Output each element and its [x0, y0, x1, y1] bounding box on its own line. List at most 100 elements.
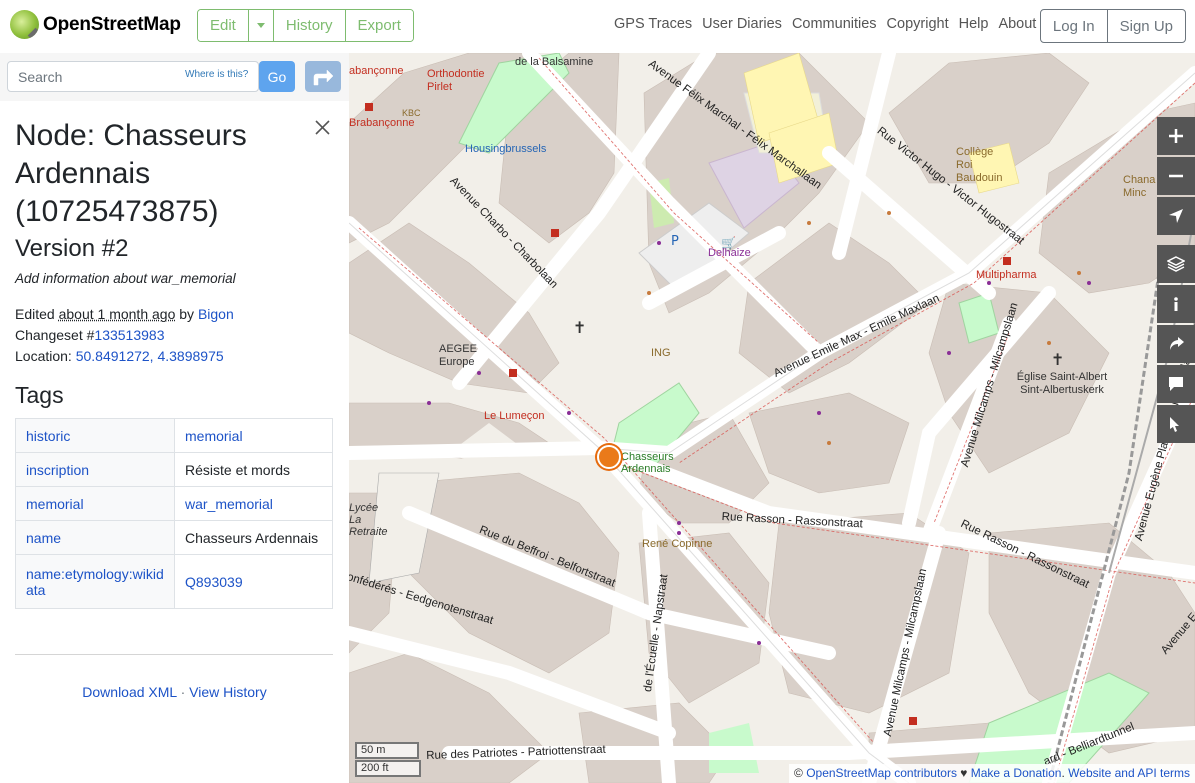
tags-table: historic memorial inscription Résiste et mo… [15, 418, 333, 609]
zoom-in-button[interactable] [1157, 117, 1195, 155]
login-button[interactable]: Log In [1041, 10, 1108, 42]
edited-prefix: Edited [15, 306, 59, 322]
minus-icon [1169, 174, 1183, 178]
tag-key[interactable]: historic [15, 418, 175, 453]
tag-value[interactable]: war_memorial [174, 486, 333, 521]
download-xml-link[interactable]: Download XML [82, 684, 176, 700]
scale-imperial: 200 ft [355, 760, 421, 777]
directions-icon [313, 68, 334, 85]
copyright-symbol: © [794, 766, 807, 780]
nav-about[interactable]: About [998, 16, 1036, 32]
logo-text: OpenStreetMap [43, 13, 181, 35]
add-note-icon [1169, 377, 1183, 391]
nav-communities[interactable]: Communities [792, 16, 877, 32]
donation-link[interactable]: Make a Donation [971, 766, 1062, 780]
header: OpenStreetMap Edit History Export GPS Tr… [0, 0, 1195, 53]
node-meta: Edited about 1 month ago by Bigon Change… [15, 304, 333, 367]
tags-heading: Tags [15, 382, 64, 408]
terms-link[interactable]: Website and API terms [1068, 766, 1190, 780]
tag-key[interactable]: name [15, 520, 175, 555]
plus-icon [1169, 129, 1183, 143]
view-history-link[interactable]: View History [189, 684, 267, 700]
nav-copyright[interactable]: Copyright [887, 16, 949, 32]
map-label-chana: Chana Minc [1123, 174, 1156, 199]
layers-button[interactable] [1157, 245, 1195, 283]
search-placeholder: Search [18, 68, 63, 85]
tag-value: Chasseurs Ardennais [174, 520, 333, 555]
contributors-link[interactable]: OpenStreetMap contributors [806, 766, 957, 780]
map-label-chasseurs: Chasseurs Ardennais [621, 451, 674, 475]
where-is-this-link[interactable]: Where is this? [185, 69, 248, 80]
map-label-aegee: AEGEE Europe [439, 343, 477, 368]
location-line: Location: 50.8491272, 4.3898975 [15, 346, 333, 367]
tag-value-link[interactable]: war_memorial [185, 496, 273, 512]
locate-button[interactable] [1157, 197, 1195, 235]
node-marker[interactable] [597, 445, 621, 469]
signup-button[interactable]: Sign Up [1108, 10, 1185, 42]
tag-row: name Chasseurs Ardennais [15, 520, 333, 555]
tag-key[interactable]: name:etymology:wikidata [15, 554, 175, 609]
heart-symbol: ♥ [956, 766, 971, 780]
map-label-balsamine: de la Balsamine [515, 56, 594, 68]
map-label-multipharma: Multipharma [976, 269, 1037, 281]
history-button[interactable]: History [273, 10, 346, 41]
svg-text:✝: ✝ [1051, 350, 1064, 369]
changeset-link[interactable]: 133513983 [94, 327, 164, 343]
location-arrow-icon [1169, 209, 1183, 223]
svg-text:P: P [671, 234, 679, 249]
edit-dropdown-toggle[interactable] [248, 10, 274, 41]
tag-value[interactable]: Q893039 [174, 554, 333, 609]
search-bar: Search Where is this? Go [0, 53, 349, 101]
divider [15, 654, 333, 655]
edited-by-text: by [175, 306, 198, 322]
zoom-out-button[interactable] [1157, 157, 1195, 195]
tag-value-link[interactable]: memorial [185, 428, 243, 444]
sidebar: Search Where is this? Go Node: Chasseurs… [0, 53, 349, 783]
query-icon [1170, 417, 1179, 432]
map-label-housing: Housingbrussels [465, 143, 547, 155]
osm-logo[interactable]: OpenStreetMap [10, 10, 181, 39]
map-label-lycee: Lycée La Retraite [349, 502, 388, 538]
map-key-button[interactable] [1157, 285, 1195, 323]
tag-key[interactable]: memorial [15, 486, 175, 521]
location-link[interactable]: 50.8491272, 4.3898975 [76, 348, 224, 364]
tag-row: inscription Résiste et mords [15, 452, 333, 487]
go-button[interactable]: Go [259, 61, 295, 92]
map-label-brabanconne: Brabançonne [349, 117, 415, 129]
nav-gps-traces[interactable]: GPS Traces [614, 16, 692, 32]
tag-value-link[interactable]: Q893039 [185, 574, 243, 590]
svg-text:✝: ✝ [573, 318, 586, 337]
editor-link[interactable]: Bigon [198, 306, 234, 322]
nav-help[interactable]: Help [959, 16, 989, 32]
tag-value: Résiste et mords [174, 452, 333, 487]
node-title: Node: Chasseurs Ardennais (10725473875) [15, 119, 247, 228]
changeset-comment: Add information about war_memorial [15, 271, 236, 286]
map-label-brabanconne-top: abançonne [349, 65, 404, 77]
layers-icon [1167, 256, 1185, 272]
tag-key[interactable]: inscription [15, 452, 175, 487]
directions-button[interactable] [305, 61, 341, 92]
location-prefix: Location: [15, 348, 76, 364]
map-attribution: © OpenStreetMap contributors ♥ Make a Do… [789, 764, 1195, 783]
map-label-orthodontie: Orthodontie Pirlet [427, 68, 485, 93]
caret-down-icon [256, 23, 265, 28]
tag-row: historic memorial [15, 418, 333, 453]
map-label-delhaize: Delhaize [708, 247, 751, 259]
nav-user-diaries[interactable]: User Diaries [702, 16, 782, 32]
edit-button[interactable]: Edit [198, 10, 249, 41]
map-label-college: Collège Roi Baudouin [956, 146, 1003, 184]
query-features-button[interactable] [1157, 405, 1195, 443]
node-version: Version #2 [15, 235, 129, 262]
node-details: Node: Chasseurs Ardennais (10725473875) … [15, 117, 333, 609]
tag-value[interactable]: memorial [174, 418, 333, 453]
share-button[interactable] [1157, 325, 1195, 363]
tag-row: name:etymology:wikidata Q893039 [15, 554, 333, 609]
map-tiles: ✝ ✝ P 🛒 [349, 53, 1195, 783]
add-note-button[interactable] [1157, 365, 1195, 403]
edit-button-group: Edit History Export [197, 9, 414, 42]
map-label-eglise: Église Saint-Albert Sint-Albertuskerk [1016, 371, 1108, 396]
map-view[interactable]: ✝ ✝ P 🛒 Orthodontie Pirlet Housingbrusse… [349, 53, 1195, 783]
map-controls [1157, 117, 1195, 445]
edited-line: Edited about 1 month ago by Bigon [15, 304, 333, 325]
export-button[interactable]: Export [345, 10, 413, 41]
